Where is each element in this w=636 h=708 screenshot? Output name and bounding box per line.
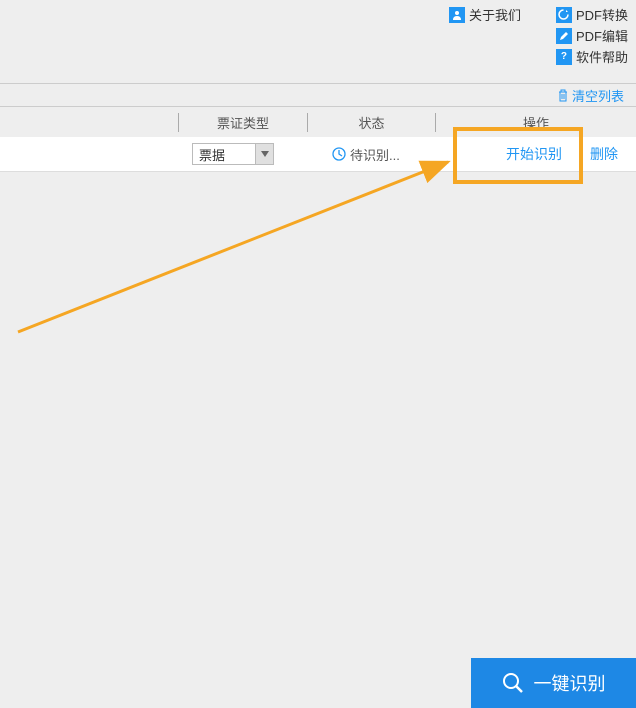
- edit-icon: [556, 28, 572, 44]
- status-cell: 待识别...: [332, 145, 400, 164]
- column-status: 状态: [308, 113, 436, 132]
- pdf-edit-link[interactable]: PDF编辑: [556, 26, 628, 45]
- one-click-recognize-button[interactable]: 一键识别: [471, 658, 636, 708]
- help-icon: ?: [556, 49, 572, 65]
- software-help-label: 软件帮助: [576, 47, 628, 66]
- column-type: 票证类型: [178, 113, 308, 132]
- start-recognize-link[interactable]: 开始识别: [506, 144, 562, 164]
- pdf-convert-link[interactable]: PDF转换: [556, 5, 628, 24]
- type-select[interactable]: 票据: [192, 143, 274, 165]
- refresh-icon: [556, 7, 572, 23]
- software-help-link[interactable]: ? 软件帮助: [556, 47, 628, 66]
- about-us-link[interactable]: 关于我们: [449, 5, 521, 24]
- clear-list-label: 清空列表: [572, 86, 624, 105]
- dropdown-icon: [255, 144, 273, 164]
- table-row: 票据 待识别... 开始识别 删除: [0, 137, 636, 172]
- about-us-label: 关于我们: [469, 5, 521, 24]
- table-header: 票证类型 状态 操作: [0, 107, 636, 137]
- clock-icon: [332, 147, 346, 161]
- search-icon: [502, 672, 524, 694]
- type-select-value: 票据: [193, 145, 255, 164]
- clear-list-link[interactable]: 清空列表: [557, 86, 624, 105]
- trash-icon: [557, 89, 569, 102]
- status-text: 待识别...: [350, 145, 400, 164]
- one-click-recognize-label: 一键识别: [534, 670, 606, 696]
- pdf-edit-label: PDF编辑: [576, 26, 628, 45]
- delete-link[interactable]: 删除: [590, 144, 618, 164]
- pdf-convert-label: PDF转换: [576, 5, 628, 24]
- person-icon: [449, 7, 465, 23]
- column-action: 操作: [436, 113, 636, 132]
